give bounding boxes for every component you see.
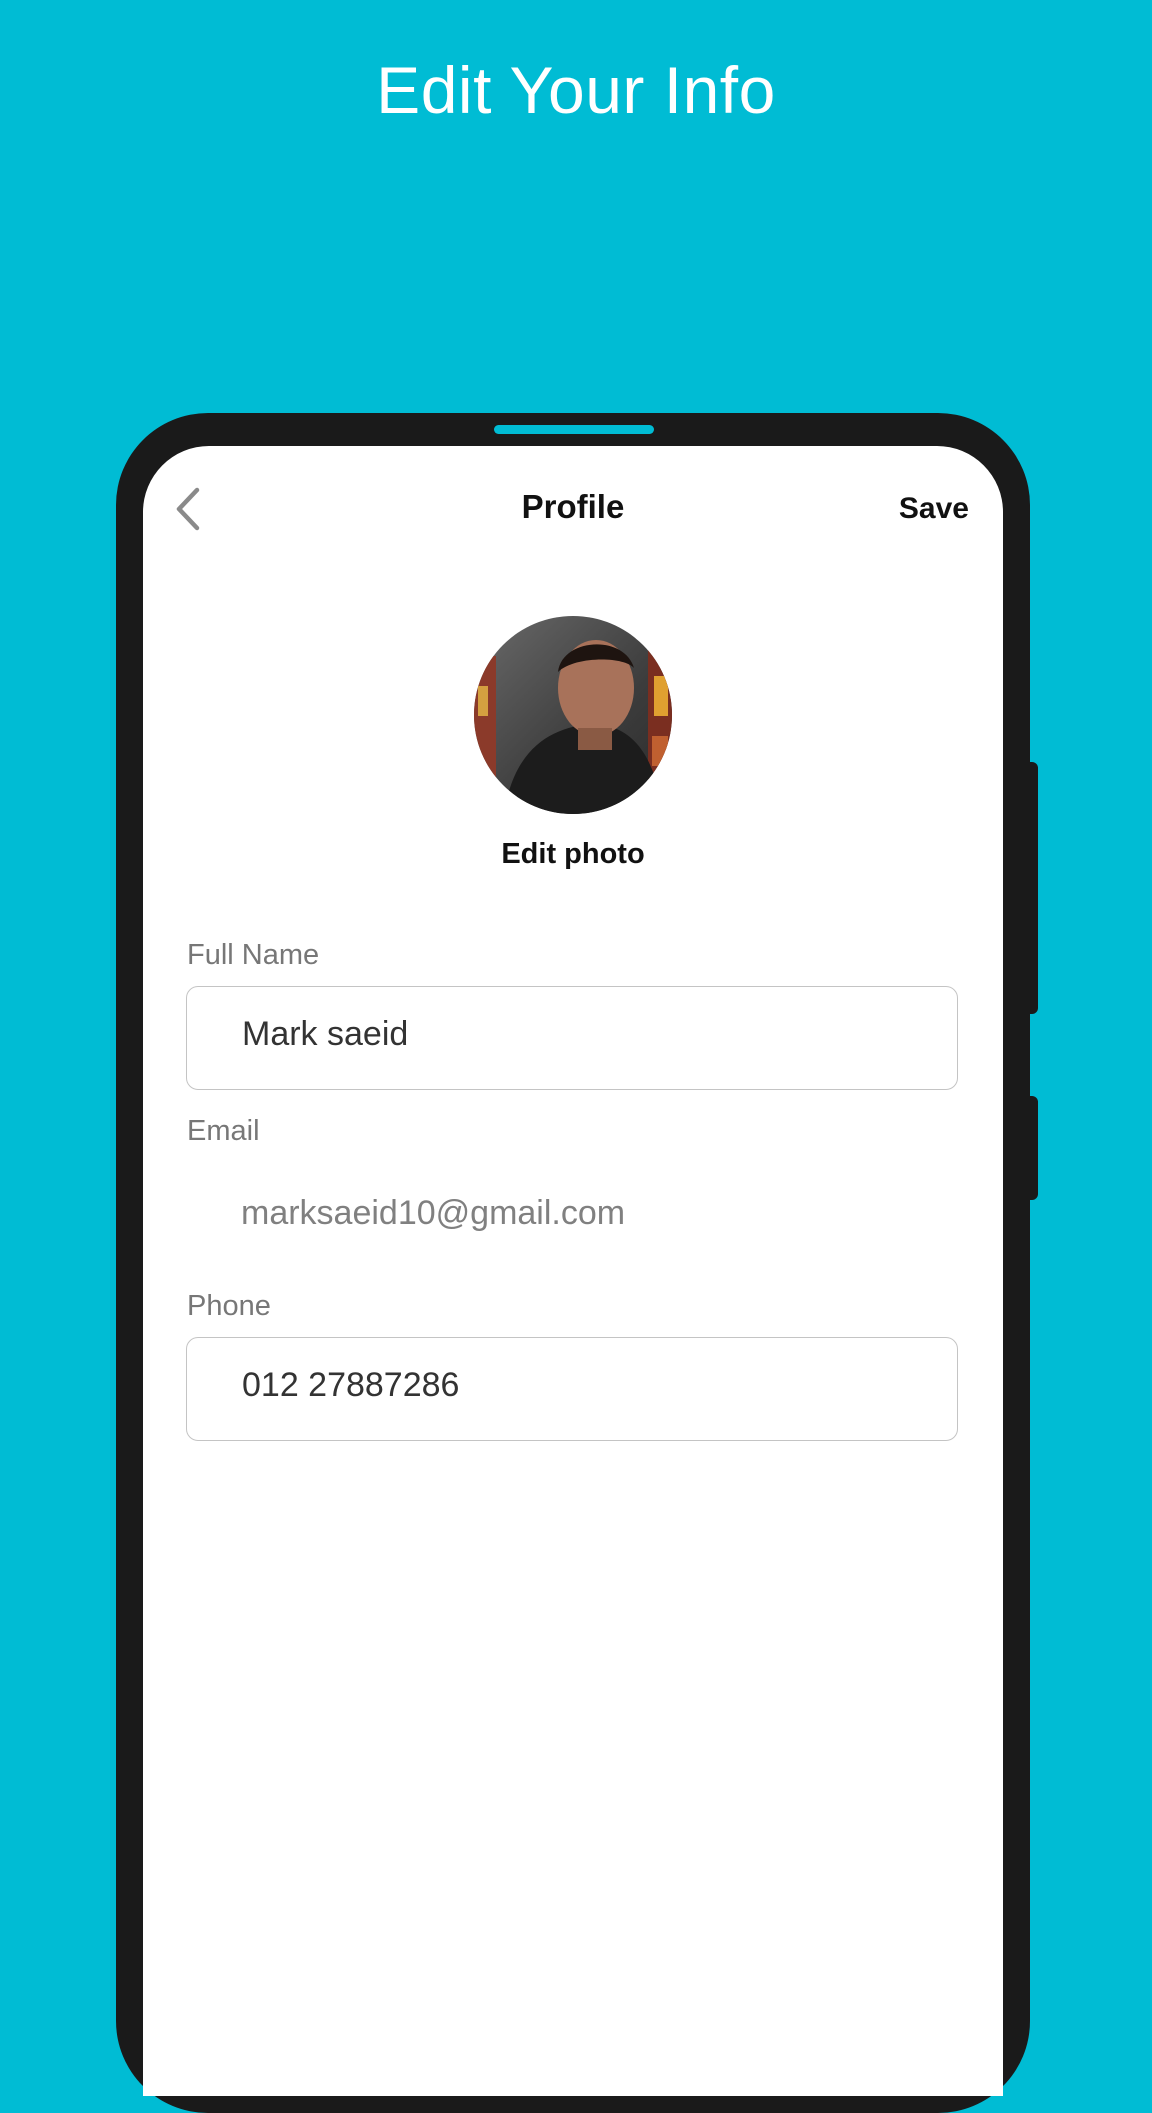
phone-volume-button: [1026, 762, 1038, 1014]
phone-label: Phone: [187, 1290, 271, 1322]
phone-speaker: [494, 425, 654, 434]
app-screen: Profile Save Edit photo Full Name Mark s…: [143, 446, 1003, 2096]
page-title: Profile: [521, 488, 625, 525]
phone-field[interactable]: 012 27887286: [186, 1337, 958, 1441]
edit-photo-button[interactable]: Edit photo: [143, 838, 1003, 871]
phone-value: 012 27887286: [242, 1366, 460, 1404]
full-name-value: Mark saeid: [242, 1015, 409, 1053]
banner-title: Edit Your Info: [376, 53, 776, 127]
full-name-label: Full Name: [187, 939, 320, 971]
top-bar: Profile Save: [143, 446, 1003, 566]
email-label: Email: [187, 1115, 260, 1147]
avatar[interactable]: [474, 616, 672, 814]
phone-power-button: [1026, 1096, 1038, 1200]
profile-photo: [474, 616, 672, 814]
email-value: marksaeid10@gmail.com: [241, 1194, 626, 1232]
full-name-field[interactable]: Mark saeid: [186, 986, 958, 1090]
save-button[interactable]: Save: [899, 492, 969, 526]
